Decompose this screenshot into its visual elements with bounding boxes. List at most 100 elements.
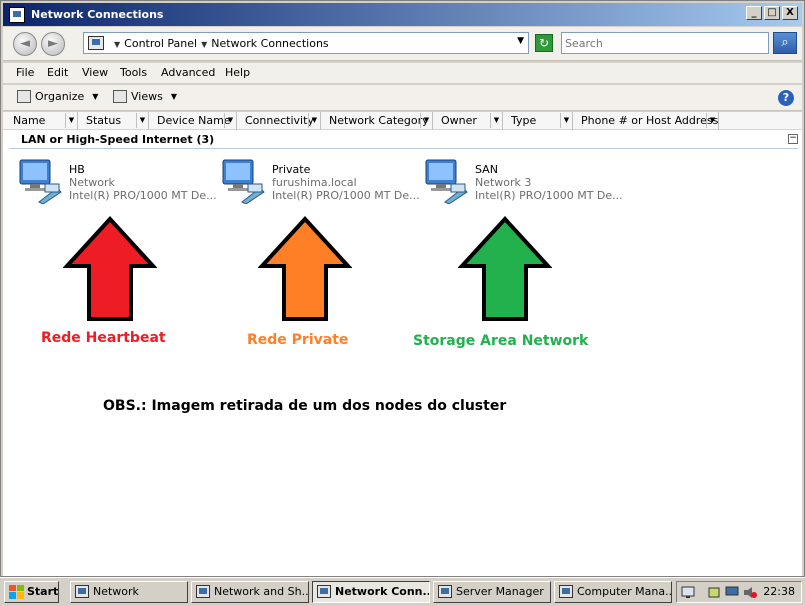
refresh-icon[interactable]: ↻ (535, 34, 553, 52)
chevron-down-icon: ▼ (170, 92, 177, 101)
menu-edit[interactable]: Edit (47, 66, 68, 79)
taskbar-item-label: Network and Sh... (214, 585, 309, 598)
column-dropdown-icon[interactable]: ▼ (224, 113, 236, 128)
tray-power-icon[interactable] (707, 586, 721, 599)
start-button[interactable]: Start (4, 581, 59, 603)
chevron-down-icon: ▼ (92, 92, 99, 101)
minimize-button[interactable]: _ (746, 6, 762, 20)
forward-button[interactable]: ► (41, 32, 65, 56)
green-up-arrow-icon (458, 216, 552, 321)
connection-device: Intel(R) PRO/1000 MT De... (475, 189, 623, 202)
menu-view[interactable]: View (82, 66, 108, 79)
collapse-icon[interactable]: − (788, 134, 798, 144)
connection-network: furushima.local (272, 176, 357, 189)
column-dropdown-icon[interactable]: ▼ (136, 113, 148, 128)
connection-item[interactable]: HB Network Intel(R) PRO/1000 MT De... (17, 158, 217, 206)
menu-tools[interactable]: Tools (120, 66, 147, 79)
taskbar-item-network-connections[interactable]: Network Conn... (312, 581, 430, 603)
explorer-window: Network Connections _ □ X ◄ ► ▼ Control P… (0, 0, 805, 577)
column-owner[interactable]: Owner ▼ (433, 112, 503, 130)
menu-help[interactable]: Help (225, 66, 250, 79)
observation-note: OBS.: Imagem retirada de um dos nodes do… (103, 398, 507, 414)
menu-file[interactable]: File (16, 66, 34, 79)
search-input[interactable] (562, 33, 768, 53)
connection-item[interactable]: SAN Network 3 Intel(R) PRO/1000 MT De... (423, 158, 623, 206)
tray-monitor-icon[interactable] (725, 586, 739, 599)
views-button[interactable]: Views ▼ (113, 90, 177, 103)
column-status[interactable]: Status ▼ (78, 112, 149, 130)
tray-volume-muted-icon[interactable] (743, 586, 757, 599)
column-connectivity[interactable]: Connectivity ▼ (237, 112, 321, 130)
breadcrumb-chevron-icon: ▼ (201, 40, 208, 49)
command-toolbar: Organize ▼ Views ▼ ? (3, 85, 802, 111)
network-adapter-icon (19, 159, 62, 204)
connection-network: Network (69, 176, 115, 189)
column-dropdown-icon[interactable]: ▼ (308, 113, 320, 128)
maximize-button[interactable]: □ (764, 6, 780, 20)
breadcrumb: ▼ Control Panel ▼ Network Connections (110, 37, 329, 50)
connection-text: HB Network Intel(R) PRO/1000 MT De... (69, 163, 217, 202)
clock[interactable]: 22:38 (763, 585, 795, 598)
column-headers: Name ▼ Status ▼ Device Name ▼ Connectivity ▼… (3, 112, 802, 130)
server-manager-icon (438, 585, 452, 598)
connection-network: Network 3 (475, 176, 532, 189)
taskbar-item-network[interactable]: Network (70, 581, 188, 603)
taskbar-item-label: Network Conn... (335, 585, 430, 598)
taskbar-item-network-sharing[interactable]: Network and Sh... (191, 581, 309, 603)
column-dropdown-icon[interactable]: ▼ (490, 113, 502, 128)
taskbar-item-label: Network (93, 585, 139, 598)
search-box[interactable] (561, 32, 769, 54)
column-owner-label: Owner (441, 114, 477, 127)
connection-name: Private (272, 163, 311, 176)
orange-up-arrow-icon (258, 216, 352, 321)
column-dropdown-icon[interactable]: ▼ (420, 113, 432, 128)
breadcrumb-chevron-icon: ▼ (114, 40, 121, 49)
connection-device: Intel(R) PRO/1000 MT De... (69, 189, 217, 202)
search-icon[interactable]: ⌕ (773, 32, 797, 54)
network-adapter-icon (425, 159, 468, 204)
column-dropdown-icon[interactable]: ▼ (706, 113, 718, 128)
views-icon (113, 90, 127, 103)
back-button[interactable]: ◄ (13, 32, 37, 56)
annotation-label-private: Rede Private (247, 332, 349, 348)
system-tray: 22:38 (676, 581, 802, 603)
window-title: Network Connections (31, 8, 164, 21)
breadcrumb-network-connections[interactable]: Network Connections (211, 37, 328, 50)
connections-pane: Name ▼ Status ▼ Device Name ▼ Connectivity ▼… (3, 112, 802, 576)
taskbar-item-server-manager[interactable]: Server Manager (433, 581, 551, 603)
organize-label: Organize (35, 90, 85, 103)
connection-text: Private furushima.local Intel(R) PRO/100… (272, 163, 420, 202)
close-button[interactable]: X (782, 6, 798, 20)
column-name[interactable]: Name ▼ (5, 112, 78, 130)
group-header[interactable]: LAN or High-Speed Internet (3) − (9, 132, 798, 149)
column-type[interactable]: Type ▼ (503, 112, 573, 130)
taskbar-item-label: Server Manager (456, 585, 544, 598)
address-dropdown-icon[interactable]: ▼ (517, 36, 524, 46)
column-phone-host[interactable]: Phone # or Host Address ▼ (573, 112, 719, 130)
connection-name: HB (69, 163, 85, 176)
column-dropdown-icon[interactable]: ▼ (560, 113, 572, 128)
windows-logo-icon (9, 585, 24, 599)
connection-name: SAN (475, 163, 498, 176)
column-dropdown-icon[interactable]: ▼ (65, 113, 77, 128)
annotation-label-heartbeat: Rede Heartbeat (41, 330, 166, 346)
column-network-category[interactable]: Network Category ▼ (321, 112, 433, 130)
network-sharing-icon (196, 585, 210, 598)
column-device-name[interactable]: Device Name ▼ (149, 112, 237, 130)
help-icon[interactable]: ? (778, 90, 794, 106)
connection-text: SAN Network 3 Intel(R) PRO/1000 MT De... (475, 163, 623, 202)
address-box[interactable]: ▼ Control Panel ▼ Network Connections ▼ (83, 32, 529, 54)
views-label: Views (131, 90, 163, 103)
tray-network-icon[interactable] (681, 586, 695, 599)
column-connectivity-label: Connectivity (245, 114, 314, 127)
menu-advanced[interactable]: Advanced (161, 66, 215, 79)
organize-button[interactable]: Organize ▼ (17, 90, 98, 103)
window-controls: _ □ X (746, 6, 798, 20)
breadcrumb-control-panel[interactable]: Control Panel (124, 37, 197, 50)
computer-management-icon (559, 585, 573, 598)
column-phone-host-label: Phone # or Host Address (581, 114, 719, 127)
taskbar-item-computer-management[interactable]: Computer Mana... (554, 581, 672, 603)
title-bar[interactable]: Network Connections _ □ X (3, 3, 802, 26)
organize-icon (17, 90, 31, 103)
connection-item[interactable]: Private furushima.local Intel(R) PRO/100… (220, 158, 420, 206)
